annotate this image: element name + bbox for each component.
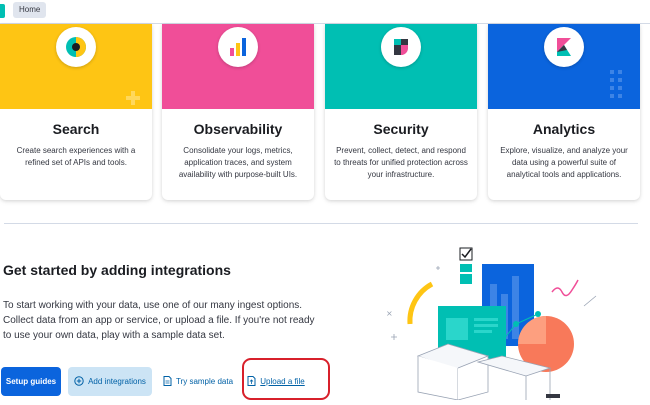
button-label: Add integrations	[88, 377, 146, 386]
setup-guides-button[interactable]: Setup guides	[1, 367, 61, 396]
svg-text:×: ×	[386, 309, 393, 318]
card-description: Consolidate your logs, metrics, applicat…	[178, 146, 298, 179]
card-description: Create search experiences with a refined…	[16, 146, 136, 167]
plus-circle-icon	[74, 375, 84, 388]
top-header: Home	[0, 0, 650, 24]
add-integrations-button[interactable]: Add integrations	[68, 367, 152, 396]
try-sample-data-button[interactable]: Try sample data	[158, 367, 238, 396]
section-divider	[4, 223, 638, 224]
button-label: Setup guides	[5, 377, 57, 386]
document-icon	[163, 375, 172, 388]
section-title: Get started by adding integrations	[3, 262, 231, 278]
card-title: Security	[373, 121, 429, 137]
button-label: Try sample data	[175, 377, 234, 386]
section-description: To start working with your data, use one…	[3, 300, 315, 341]
kibana-icon	[544, 27, 584, 67]
card-security[interactable]: Security Prevent, collect, detect, and r…	[325, 24, 477, 200]
card-description: Prevent, collect, detect, and respond to…	[334, 146, 468, 179]
elastic-logo-icon[interactable]	[0, 4, 5, 18]
integrations-illustration: ×	[378, 244, 650, 401]
observability-icon	[218, 27, 258, 67]
security-icon	[381, 27, 421, 67]
card-title: Search	[52, 121, 100, 137]
card-description: Explore, visualize, and analyze your dat…	[500, 146, 628, 179]
card-title: Observability	[193, 121, 283, 137]
breadcrumb-home[interactable]: Home	[13, 2, 47, 18]
highlight-annotation	[242, 358, 330, 400]
card-search[interactable]: Search Create search experiences with a …	[0, 24, 152, 200]
card-title: Analytics	[532, 121, 596, 137]
search-icon	[56, 27, 96, 67]
card-analytics[interactable]: Analytics Explore, visualize, and analyz…	[488, 24, 640, 200]
card-observability[interactable]: Observability Consolidate your logs, met…	[162, 24, 314, 200]
